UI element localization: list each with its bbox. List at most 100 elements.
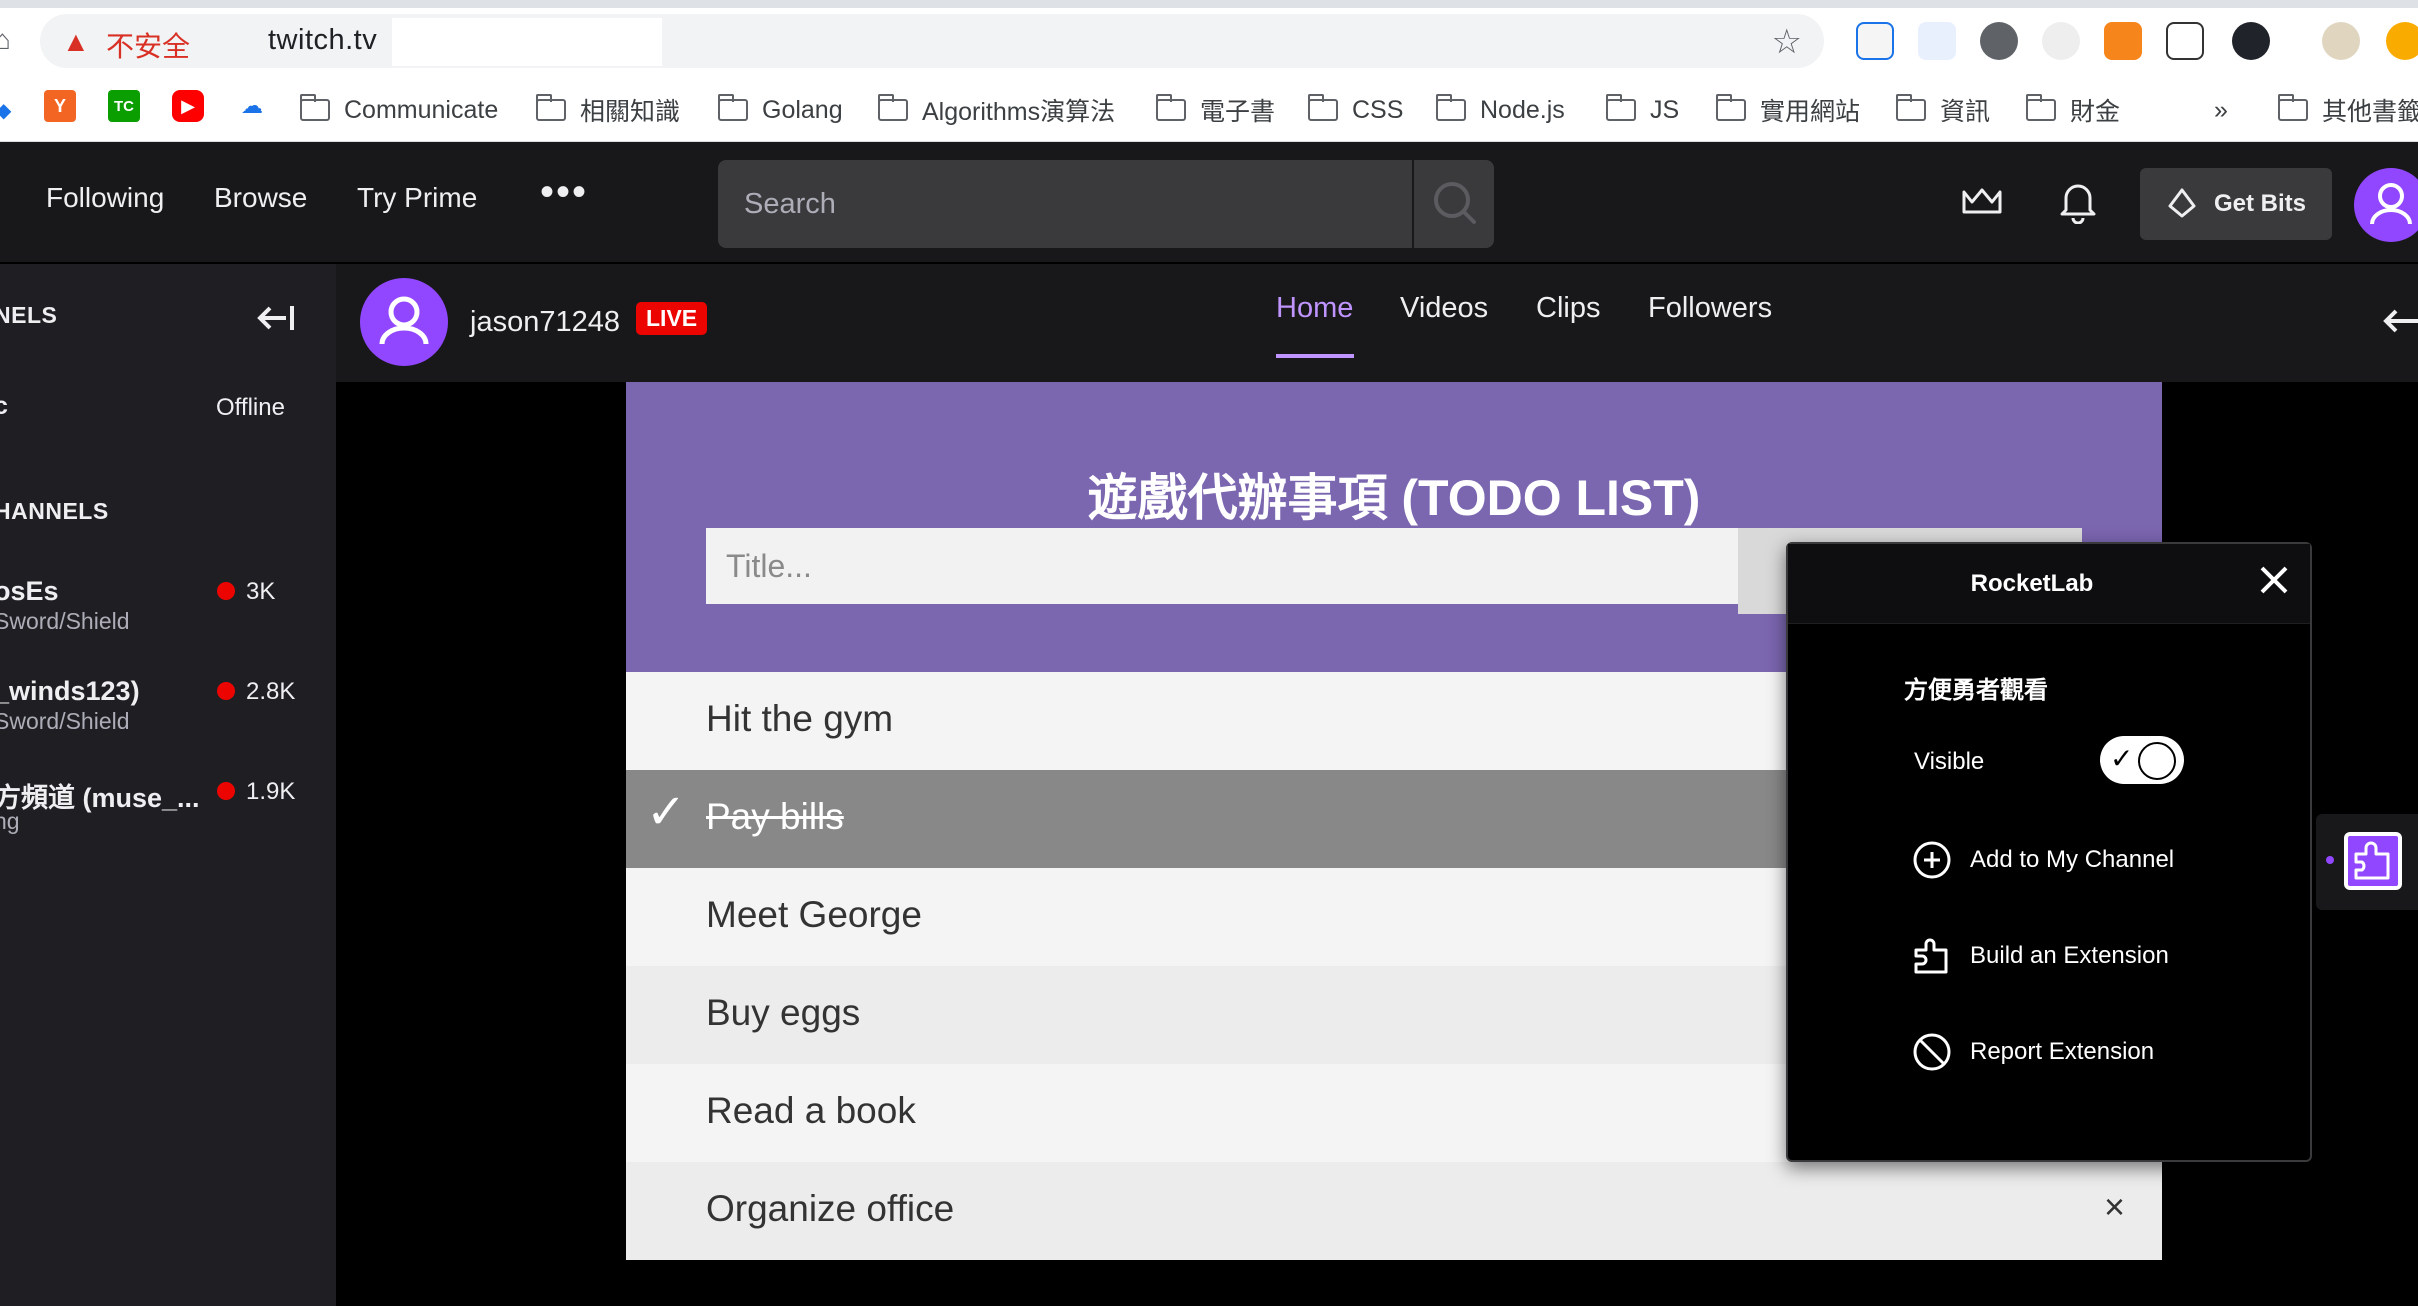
url-text[interactable]: twitch.tv — [268, 24, 377, 57]
todo-item-text: Hit the gym — [706, 698, 894, 739]
todo-item-text: Read a book — [706, 1090, 916, 1131]
delete-icon[interactable]: × — [2104, 1186, 2125, 1228]
bookmark-folder-nodejs[interactable]: Node.js — [1435, 92, 1565, 128]
folder-icon — [1715, 94, 1746, 121]
visible-label: Visible — [1914, 748, 1985, 775]
toggle-knob — [2138, 742, 2176, 780]
active-tab-indicator — [1276, 354, 1354, 358]
tab-strip — [0, 0, 2418, 8]
live-indicator — [217, 582, 235, 600]
user-icon — [2370, 183, 2412, 225]
timer-extension-icon[interactable] — [2042, 22, 2080, 60]
bookmark-label: Golang — [762, 95, 843, 124]
report-extension-label: Report Extension — [1970, 1038, 2155, 1065]
bookmarks-overflow-button[interactable]: » — [2214, 92, 2228, 128]
report-extension-button[interactable]: Report Extension — [1912, 1026, 2154, 1078]
bookmark-folder-other[interactable]: 其他書籤 — [2277, 92, 2418, 128]
bookmark-label: 電子書 — [1200, 98, 1276, 126]
nav-browse[interactable]: Browse — [214, 182, 307, 214]
bookmark-techcrunch-icon[interactable]: TC — [108, 90, 140, 122]
todo-title-input[interactable] — [706, 528, 1738, 604]
extension-puzzle-icon[interactable] — [2344, 832, 2402, 890]
channel-status: Offline — [216, 394, 285, 421]
address-bar[interactable]: ▲ 不安全 twitch.tv ☆ — [40, 14, 1824, 68]
todo-item-text: Pay bills — [706, 796, 844, 837]
channel-name: c — [0, 392, 8, 420]
eyedropper-extension-icon[interactable] — [1856, 22, 1894, 60]
bookmark-cloud-icon[interactable]: ☁ — [236, 90, 268, 122]
bookmark-folder-finance[interactable]: 財金 — [2025, 92, 2121, 128]
collapse-sidebar-icon[interactable] — [254, 302, 298, 334]
folder-icon — [2277, 94, 2308, 121]
translate-extension-icon[interactable] — [1918, 22, 1956, 60]
extension-popup: RocketLab 方便勇者觀看 Visible ✓ Add to My Cha… — [1786, 542, 2312, 1162]
ban-icon — [1913, 1033, 1951, 1071]
puzzle-icon — [2354, 841, 2390, 880]
chat-extension-icon[interactable] — [1980, 22, 2018, 60]
bookmark-label: Algorithms演算法 — [922, 98, 1116, 126]
live-indicator — [217, 682, 235, 700]
bookmark-folder-ebooks[interactable]: 電子書 — [1155, 92, 1276, 128]
followed-channels-header: NELS — [0, 302, 58, 328]
more-menu-button[interactable]: ••• — [540, 170, 588, 215]
bookmark-youtube-icon[interactable]: ▶ — [172, 90, 204, 122]
bookmark-folder-useful-sites[interactable]: 實用網站 — [1715, 92, 1861, 128]
puzzle-icon — [1914, 938, 1948, 974]
channel-name[interactable]: jason71248 — [470, 306, 620, 339]
metamask-extension-icon[interactable] — [2104, 22, 2142, 60]
bookmark-label: Node.js — [1480, 95, 1565, 124]
active-extension-dot — [2326, 856, 2334, 864]
user-avatar[interactable] — [2354, 168, 2418, 242]
todo-item[interactable]: Organize office × — [626, 1162, 2162, 1260]
nav-try-prime[interactable]: Try Prime — [357, 182, 477, 214]
expand-chat-icon[interactable] — [2380, 306, 2418, 336]
home-icon[interactable]: ⌂ — [0, 24, 11, 56]
visible-toggle[interactable]: ✓ — [2100, 736, 2184, 784]
channel-name: _winds123) — [0, 676, 140, 706]
bookmark-folder-css[interactable]: CSS — [1307, 92, 1403, 128]
get-bits-button[interactable]: Get Bits — [2140, 168, 2332, 240]
search-input[interactable] — [718, 160, 1414, 248]
bookmark-label: 財金 — [2070, 98, 2121, 126]
prime-crown-icon[interactable] — [1960, 184, 2004, 220]
bookmark-folder-algorithms[interactable]: Algorithms演算法 — [877, 92, 1116, 128]
channel-avatar[interactable] — [360, 278, 448, 366]
bookmark-folder-golang[interactable]: Golang — [717, 92, 843, 128]
channel-game: Sword/Shield — [0, 608, 130, 634]
get-bits-label: Get Bits — [2213, 190, 2306, 217]
profile-extension-icon[interactable] — [2322, 22, 2360, 60]
tab-home[interactable]: Home — [1276, 292, 1353, 325]
recommended-channels-header: HANNELS — [0, 498, 109, 524]
update-icon[interactable] — [2386, 22, 2418, 60]
folder-icon — [1605, 94, 1636, 121]
checkmark-icon: ✓ — [646, 786, 687, 839]
dictionary-extension-icon[interactable] — [2166, 22, 2204, 60]
popup-title: RocketLab — [1970, 570, 2094, 597]
add-to-channel-button[interactable]: Add to My Channel — [1912, 834, 2174, 886]
tab-clips[interactable]: Clips — [1536, 292, 1600, 325]
folder-icon — [1895, 94, 1926, 121]
viewer-count: 3K — [246, 578, 276, 605]
react-devtools-icon[interactable] — [2232, 22, 2270, 60]
plus-circle-icon — [1913, 841, 1951, 879]
bookmark-folder-knowledge[interactable]: 相關知識 — [535, 92, 680, 128]
channels-sidebar: NELS c Offline HANNELS osEs Sword/Shield… — [0, 264, 336, 1306]
tab-videos[interactable]: Videos — [1400, 292, 1488, 325]
bookmark-folder-js[interactable]: JS — [1605, 92, 1679, 128]
notifications-bell-icon[interactable] — [2058, 180, 2098, 224]
extension-dock — [2316, 814, 2418, 910]
bookmark-star-icon[interactable]: ☆ — [1772, 22, 1802, 62]
bookmark-folder-communicate[interactable]: Communicate — [299, 92, 498, 128]
bookmark-ycombinator-icon[interactable]: Y — [44, 90, 76, 122]
bookmark-label: 實用網站 — [1760, 98, 1861, 126]
warning-icon: ▲ — [62, 26, 90, 57]
folder-icon — [2025, 94, 2056, 121]
bookmark-arrow-icon[interactable]: ◆ — [0, 92, 11, 128]
live-indicator — [217, 782, 235, 800]
nav-following[interactable]: Following — [46, 182, 164, 214]
search-button[interactable] — [1412, 160, 1494, 248]
bookmark-folder-info[interactable]: 資訊 — [1895, 92, 1990, 128]
close-icon[interactable] — [2254, 560, 2294, 600]
tab-followers[interactable]: Followers — [1648, 292, 1772, 325]
build-extension-button[interactable]: Build an Extension — [1912, 930, 2169, 982]
